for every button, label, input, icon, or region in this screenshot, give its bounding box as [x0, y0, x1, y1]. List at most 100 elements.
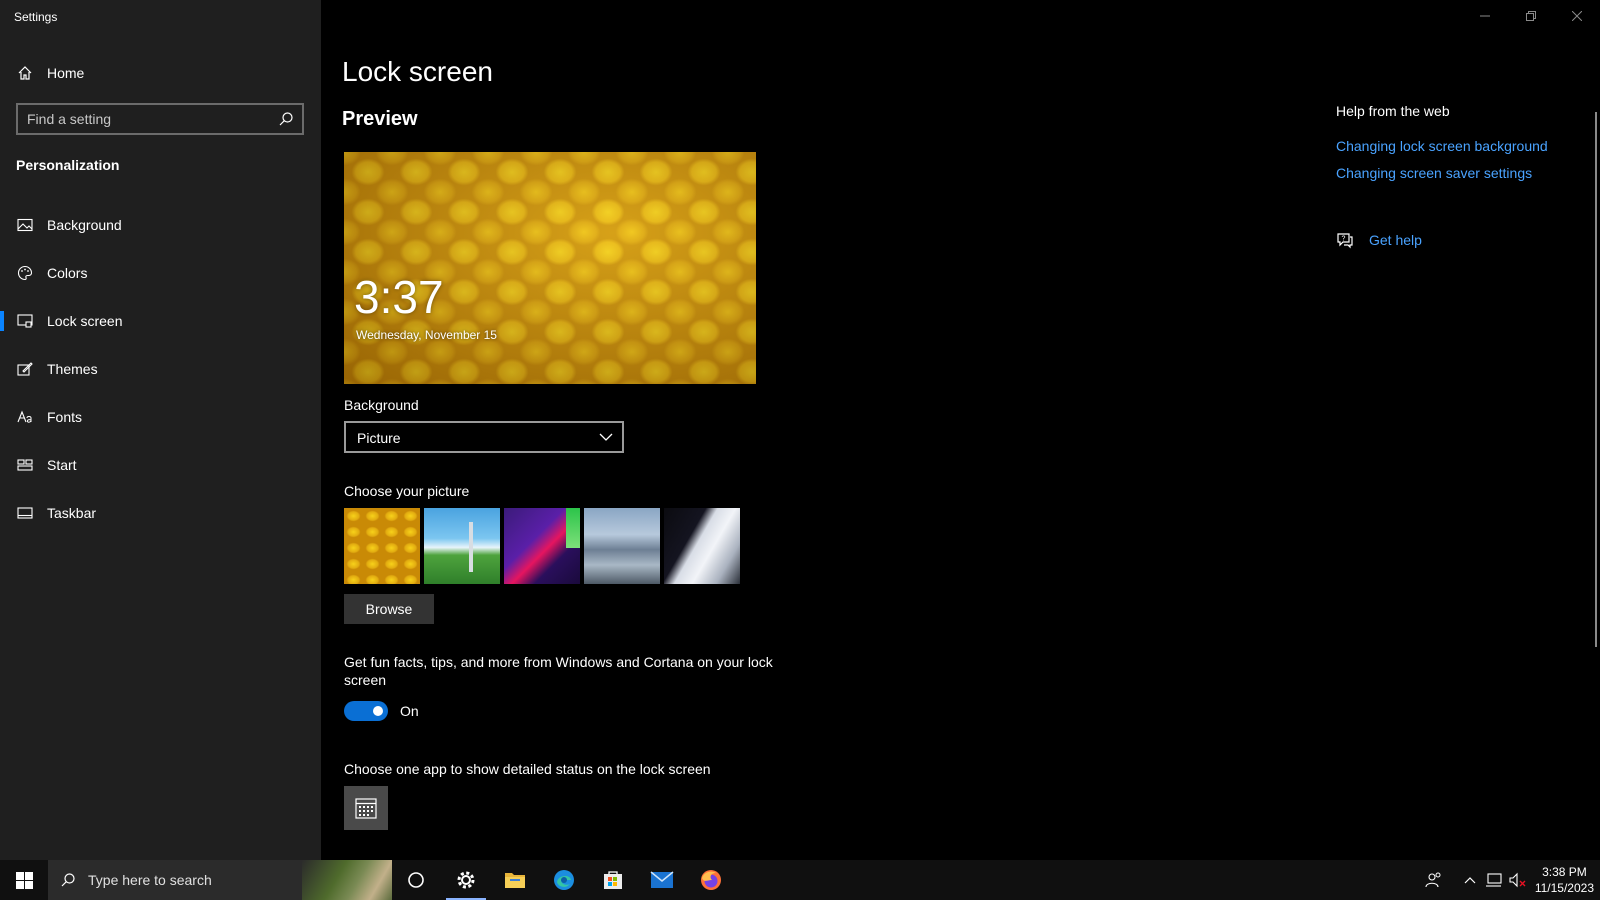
chevron-down-icon: [599, 433, 613, 441]
background-dropdown[interactable]: Picture: [344, 421, 624, 453]
app-status-tile[interactable]: [344, 786, 388, 830]
picture-icon: [17, 218, 33, 232]
find-setting-input[interactable]: [18, 111, 278, 127]
background-dropdown-value: Picture: [357, 430, 401, 446]
sidebar-item-themes[interactable]: Themes: [0, 352, 321, 400]
brush-icon: [17, 362, 33, 376]
taskbar-search-box[interactable]: Type here to search: [48, 860, 392, 900]
taskbar-clock[interactable]: 3:38 PM 11/15/2023: [1535, 864, 1594, 896]
sidebar-item-start[interactable]: Start: [0, 448, 321, 496]
sidebar-item-lock-screen[interactable]: Lock screen: [0, 304, 321, 352]
taskbar-settings[interactable]: [442, 860, 490, 900]
network-button[interactable]: [1484, 860, 1504, 900]
sidebar-item-label: Taskbar: [47, 505, 97, 521]
edge-icon: [554, 870, 574, 890]
picture-thumbnail-piano[interactable]: [664, 508, 740, 584]
minimize-button[interactable]: [1462, 0, 1508, 32]
file-explorer-icon: [505, 873, 525, 888]
picture-thumbnail-architecture[interactable]: [584, 508, 660, 584]
people-button[interactable]: [1422, 860, 1446, 900]
chat-help-icon: ?: [1337, 233, 1353, 249]
home-nav-item[interactable]: Home: [0, 58, 321, 88]
sidebar-item-taskbar[interactable]: Taskbar: [0, 496, 321, 544]
sidebar-item-label: Themes: [47, 361, 98, 377]
settings-sidebar: Settings Home Personalization Background: [0, 0, 321, 860]
clock-date: 11/15/2023: [1534, 881, 1594, 895]
help-link-screen-saver[interactable]: Changing screen saver settings: [1336, 165, 1532, 181]
chevron-up-icon: [1464, 877, 1476, 884]
personalization-nav: Background Colors Lock screen Themes Fon…: [0, 208, 321, 544]
picture-thumbnail-honeycomb[interactable]: [344, 508, 420, 584]
cortana-icon: [408, 872, 424, 888]
palette-icon: [17, 265, 33, 281]
app-status-label: Choose one app to show detailed status o…: [344, 761, 711, 777]
scrollbar[interactable]: [1595, 112, 1597, 647]
preview-time: 3:37: [354, 271, 444, 323]
svg-text:?: ?: [1342, 236, 1346, 243]
mail-icon: [650, 871, 674, 888]
find-setting-search[interactable]: [16, 103, 304, 135]
search-icon: [61, 873, 75, 887]
windows-logo-icon: [15, 871, 33, 889]
restore-icon: [1526, 11, 1536, 21]
clock-time: 3:38 PM: [1542, 865, 1587, 879]
sidebar-item-label: Colors: [47, 265, 88, 281]
settings-icon: [457, 871, 475, 889]
people-icon: [1425, 872, 1441, 888]
lock-screen-icon: [17, 314, 33, 328]
app-title: Settings: [14, 10, 58, 24]
background-label: Background: [344, 397, 419, 413]
home-label: Home: [47, 65, 85, 81]
taskbar-search-placeholder: Type here to search: [88, 872, 212, 888]
sidebar-item-fonts[interactable]: Fonts: [0, 400, 321, 448]
sidebar-item-label: Start: [47, 457, 77, 473]
get-help-link[interactable]: ? Get help: [1336, 231, 1422, 249]
calendar-icon: [355, 798, 377, 819]
lock-screen-preview: 3:37 Wednesday, November 15: [344, 152, 756, 384]
picture-thumbnail-abstract[interactable]: [504, 508, 580, 584]
restore-button[interactable]: [1508, 0, 1554, 32]
section-title: Personalization: [16, 157, 120, 173]
fun-facts-toggle[interactable]: [344, 701, 388, 721]
help-from-web-title: Help from the web: [1336, 103, 1450, 119]
taskbar-firefox[interactable]: [687, 860, 735, 900]
network-icon: [1486, 873, 1502, 887]
taskbar: Type here to search 3:38 PM 11/15/2023: [0, 860, 1600, 900]
start-button[interactable]: [0, 860, 48, 900]
toggle-state-label: On: [400, 703, 419, 719]
home-icon: [18, 66, 32, 80]
volume-muted-icon: [1509, 872, 1526, 888]
sidebar-item-background[interactable]: Background: [0, 208, 321, 256]
window-controls: [1462, 0, 1600, 32]
help-link-lock-screen-background[interactable]: Changing lock screen background: [1336, 138, 1548, 154]
picture-thumbnail-space-needle[interactable]: [424, 508, 500, 584]
font-icon: [17, 410, 32, 423]
browse-button[interactable]: Browse: [344, 594, 434, 624]
close-button[interactable]: [1554, 0, 1600, 32]
firefox-icon: [701, 870, 721, 890]
volume-button[interactable]: [1508, 860, 1528, 900]
sidebar-item-label: Lock screen: [47, 313, 123, 329]
sidebar-item-label: Fonts: [47, 409, 83, 425]
page-title: Lock screen: [342, 56, 493, 87]
taskbar-file-explorer[interactable]: [491, 860, 539, 900]
sidebar-item-colors[interactable]: Colors: [0, 256, 321, 304]
show-hidden-icons-button[interactable]: [1462, 860, 1478, 900]
store-icon: [604, 871, 622, 889]
taskbar-icon: [17, 507, 33, 519]
preview-date: Wednesday, November 15: [356, 328, 497, 342]
taskbar-mail[interactable]: [638, 860, 686, 900]
choose-picture-label: Choose your picture: [344, 483, 470, 499]
sidebar-item-label: Background: [47, 217, 122, 233]
preview-heading: Preview: [342, 108, 418, 130]
picture-thumbnails: [344, 508, 740, 584]
fun-facts-label: Get fun facts, tips, and more from Windo…: [344, 654, 773, 688]
taskbar-store[interactable]: [589, 860, 637, 900]
minimize-icon: [1480, 15, 1490, 17]
taskbar-edge[interactable]: [540, 860, 588, 900]
get-help-label: Get help: [1369, 232, 1422, 248]
start-icon: [17, 459, 33, 471]
search-icon[interactable]: [278, 111, 294, 127]
cortana-button[interactable]: [392, 860, 440, 900]
close-icon: [1572, 11, 1582, 21]
